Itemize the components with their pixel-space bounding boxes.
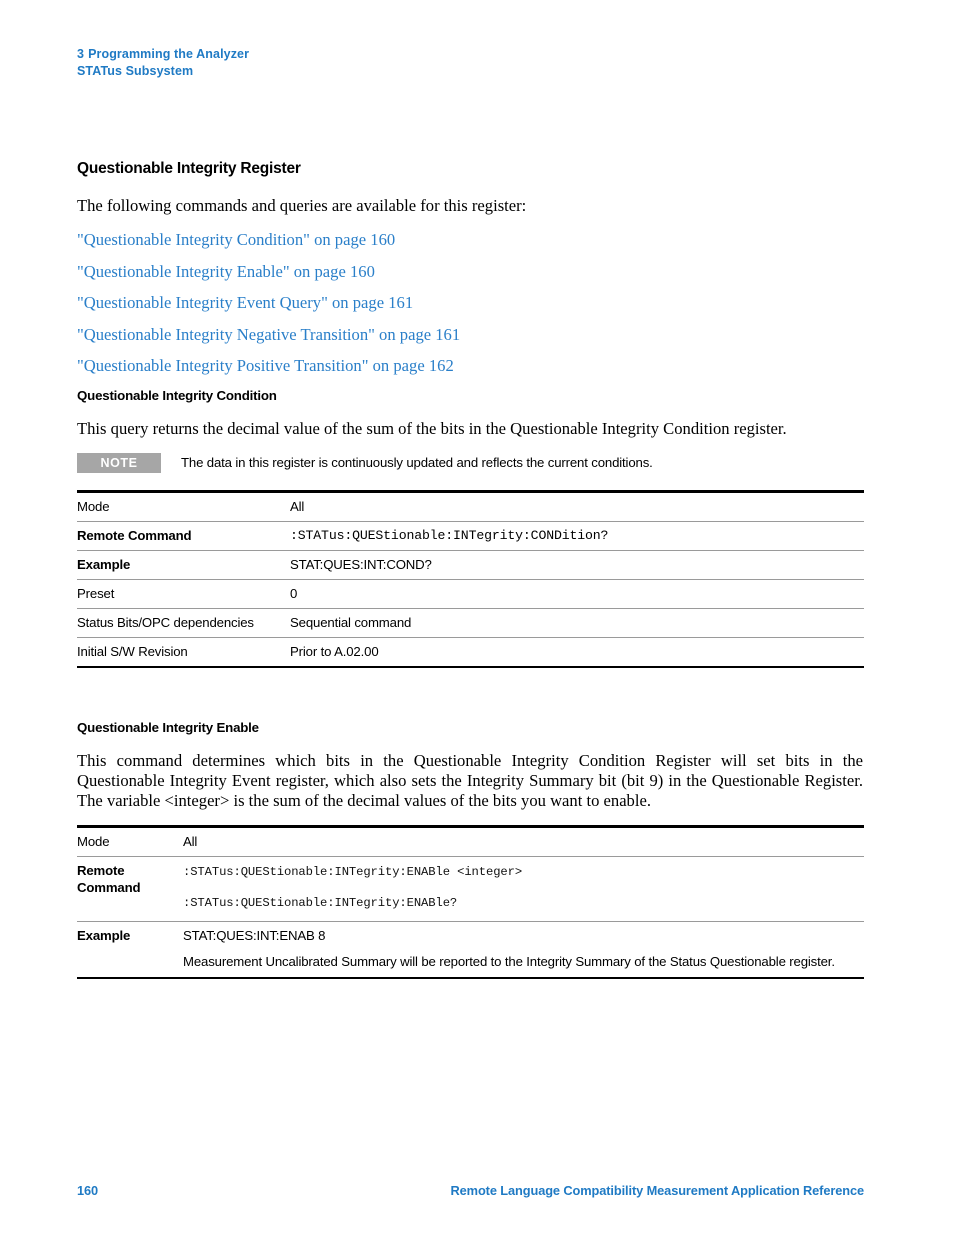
list-item: "Questionable Integrity Enable" on page … xyxy=(77,262,867,282)
row-value: STAT:QUES:INT:COND? xyxy=(290,550,864,580)
row-key: Example xyxy=(77,550,290,580)
subsection-title-condition: Questionable Integrity Condition xyxy=(77,388,277,403)
condition-spec-table: Mode All Remote Command :STATus:QUEStion… xyxy=(77,490,864,668)
footer-document-title: Remote Language Compatibility Measuremen… xyxy=(450,1183,865,1198)
note-text: The data in this register is continuousl… xyxy=(181,455,653,470)
row-value: :STATus:QUEStionable:INTegrity:ENABle <i… xyxy=(183,856,864,922)
running-header: 3 Programming the Analyzer STATus Subsyst… xyxy=(77,46,249,80)
row-key-line2: Command xyxy=(77,880,141,895)
table-row: Initial S/W Revision Prior to A.02.00 xyxy=(77,637,864,668)
xref-link-enable[interactable]: "Questionable Integrity Enable" on page … xyxy=(77,262,375,281)
page-footer: 160 Remote Language Compatibility Measur… xyxy=(77,1183,864,1198)
table-row: Example STAT:QUES:INT:ENAB 8 Measurement… xyxy=(77,921,864,979)
xref-link-condition[interactable]: "Questionable Integrity Condition" on pa… xyxy=(77,230,395,249)
row-value: :STATus:QUEStionable:INTegrity:CONDition… xyxy=(290,521,864,551)
xref-link-positive-transition[interactable]: "Questionable Integrity Positive Transit… xyxy=(77,356,454,375)
condition-description: This query returns the decimal value of … xyxy=(77,419,787,438)
list-item: "Questionable Integrity Condition" on pa… xyxy=(77,230,867,250)
table-row: Example STAT:QUES:INT:COND? xyxy=(77,550,864,580)
table-row: Mode All xyxy=(77,490,864,522)
enable-spec-table: Mode All Remote Command :STATus:QUEStion… xyxy=(77,825,864,979)
section-intro-text: The following commands and queries are a… xyxy=(77,196,527,215)
row-key: Status Bits/OPC dependencies xyxy=(77,608,290,638)
row-key: Initial S/W Revision xyxy=(77,637,290,668)
header-chapter-line: 3 Programming the Analyzer xyxy=(77,46,249,63)
cross-reference-list: "Questionable Integrity Condition" on pa… xyxy=(77,230,867,376)
row-key: Remote Command xyxy=(77,521,290,551)
row-value: STAT:QUES:INT:ENAB 8 Measurement Uncalib… xyxy=(183,921,864,979)
row-value: 0 xyxy=(290,579,864,609)
table-row: Mode All xyxy=(77,825,864,857)
document-page: 3 Programming the Analyzer STATus Subsyst… xyxy=(0,0,954,1235)
subsection-title-enable: Questionable Integrity Enable xyxy=(77,720,259,735)
page-title: Questionable Integrity Register xyxy=(77,160,301,177)
table-row: Preset 0 xyxy=(77,579,864,609)
row-key: Example xyxy=(77,921,183,979)
table-row: Status Bits/OPC dependencies Sequential … xyxy=(77,608,864,638)
row-value: All xyxy=(183,825,864,857)
xref-link-negative-transition[interactable]: "Questionable Integrity Negative Transit… xyxy=(77,325,460,344)
row-value: Prior to A.02.00 xyxy=(290,637,864,668)
example-value: STAT:QUES:INT:ENAB 8 xyxy=(183,928,326,943)
note-block: NOTE The data in this register is contin… xyxy=(77,453,867,473)
row-key: Mode xyxy=(77,825,183,857)
row-key: Remote Command xyxy=(77,856,183,922)
list-item: "Questionable Integrity Positive Transit… xyxy=(77,356,867,376)
row-value: All xyxy=(290,490,864,522)
row-value: Sequential command xyxy=(290,608,864,638)
footer-page-number: 160 xyxy=(77,1183,99,1198)
example-note: Measurement Uncalibrated Summary will be… xyxy=(183,954,835,969)
remote-command-set: :STATus:QUEStionable:INTegrity:ENABle <i… xyxy=(183,865,523,879)
row-key: Mode xyxy=(77,490,290,522)
table-row: Remote Command :STATus:QUEStionable:INTe… xyxy=(77,856,864,922)
xref-link-event-query[interactable]: "Questionable Integrity Event Query" on … xyxy=(77,293,413,312)
header-subsystem: STATus Subsystem xyxy=(77,64,194,78)
row-key-line1: Remote xyxy=(77,863,125,878)
page-content: Questionable Integrity Register The foll… xyxy=(77,160,867,979)
header-chapter-number: 3 xyxy=(77,47,85,61)
note-badge: NOTE xyxy=(77,453,161,473)
list-item: "Questionable Integrity Negative Transit… xyxy=(77,325,867,345)
remote-command-query: :STATus:QUEStionable:INTegrity:ENABle? xyxy=(183,896,458,910)
header-chapter-title: Programming the Analyzer xyxy=(88,47,250,61)
enable-description: This command determines which bits in th… xyxy=(77,751,863,810)
row-key: Preset xyxy=(77,579,290,609)
list-item: "Questionable Integrity Event Query" on … xyxy=(77,293,867,313)
table-row: Remote Command :STATus:QUEStionable:INTe… xyxy=(77,521,864,551)
